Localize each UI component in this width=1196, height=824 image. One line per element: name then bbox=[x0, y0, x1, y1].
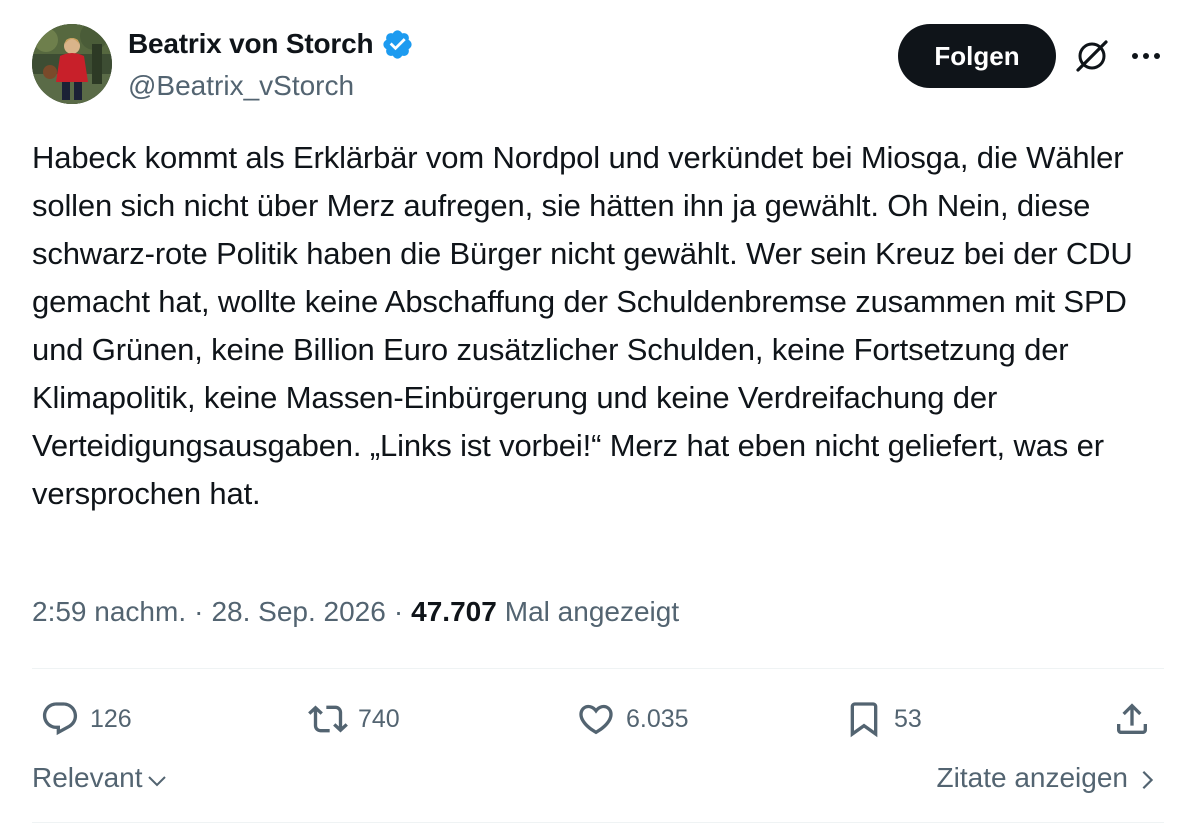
divider bbox=[32, 822, 1164, 823]
quotes-label: Zitate anzeigen bbox=[936, 762, 1128, 793]
view-quotes-link[interactable]: Zitate anzeigen bbox=[937, 762, 1158, 794]
reply-icon bbox=[42, 702, 78, 736]
repost-icon bbox=[308, 705, 348, 733]
heart-icon bbox=[579, 704, 613, 735]
repost-count: 740 bbox=[358, 704, 400, 733]
views-count: 47.707 bbox=[411, 596, 497, 627]
share-button[interactable] bbox=[1112, 696, 1162, 742]
tweet-date[interactable]: 28. Sep. 2026 bbox=[211, 596, 385, 628]
chevron-right-icon bbox=[1142, 770, 1154, 790]
bookmark-button[interactable]: 53 bbox=[844, 696, 922, 742]
action-bar: 126 740 6.035 53 bbox=[32, 696, 1164, 742]
tweet-time[interactable]: 2:59 nachm. bbox=[32, 596, 186, 628]
sort-label: Relevant bbox=[32, 762, 143, 793]
tweet-text: Habeck kommt als Erklärbär vom Nordpol u… bbox=[32, 140, 1142, 511]
meta-separator: · bbox=[194, 596, 204, 627]
share-icon bbox=[1117, 703, 1147, 734]
like-count: 6.035 bbox=[626, 704, 689, 733]
meta-separator: · bbox=[393, 596, 404, 627]
reply-button[interactable]: 126 bbox=[40, 696, 132, 742]
author-block: Beatrix von Storch @Beatrix_vStorch bbox=[128, 26, 414, 102]
bookmark-count: 53 bbox=[894, 704, 922, 733]
author-handle[interactable]: @Beatrix_vStorch bbox=[128, 70, 414, 102]
divider bbox=[32, 668, 1164, 669]
verified-badge-icon[interactable] bbox=[381, 28, 414, 61]
more-icon[interactable] bbox=[1126, 36, 1166, 76]
reply-count: 126 bbox=[90, 704, 132, 733]
avatar[interactable] bbox=[32, 24, 112, 104]
views-label: Mal angezeigt bbox=[504, 596, 680, 627]
author-display-name[interactable]: Beatrix von Storch bbox=[128, 28, 374, 60]
bookmark-icon bbox=[850, 702, 878, 738]
sort-dropdown[interactable]: Relevant bbox=[32, 762, 169, 794]
tweet-meta: 2:59 nachm. · 28. Sep. 2026 · 47.707 Mal… bbox=[32, 596, 679, 628]
chevron-down-icon bbox=[147, 776, 166, 787]
repost-button[interactable]: 740 bbox=[308, 696, 400, 742]
like-button[interactable]: 6.035 bbox=[576, 696, 689, 742]
tweet-header: Beatrix von Storch @Beatrix_vStorch Folg… bbox=[32, 24, 1164, 106]
follow-button[interactable]: Folgen bbox=[898, 24, 1056, 88]
replies-footer: Relevant Zitate anzeigen bbox=[32, 762, 1164, 802]
grok-icon[interactable] bbox=[1072, 36, 1112, 76]
